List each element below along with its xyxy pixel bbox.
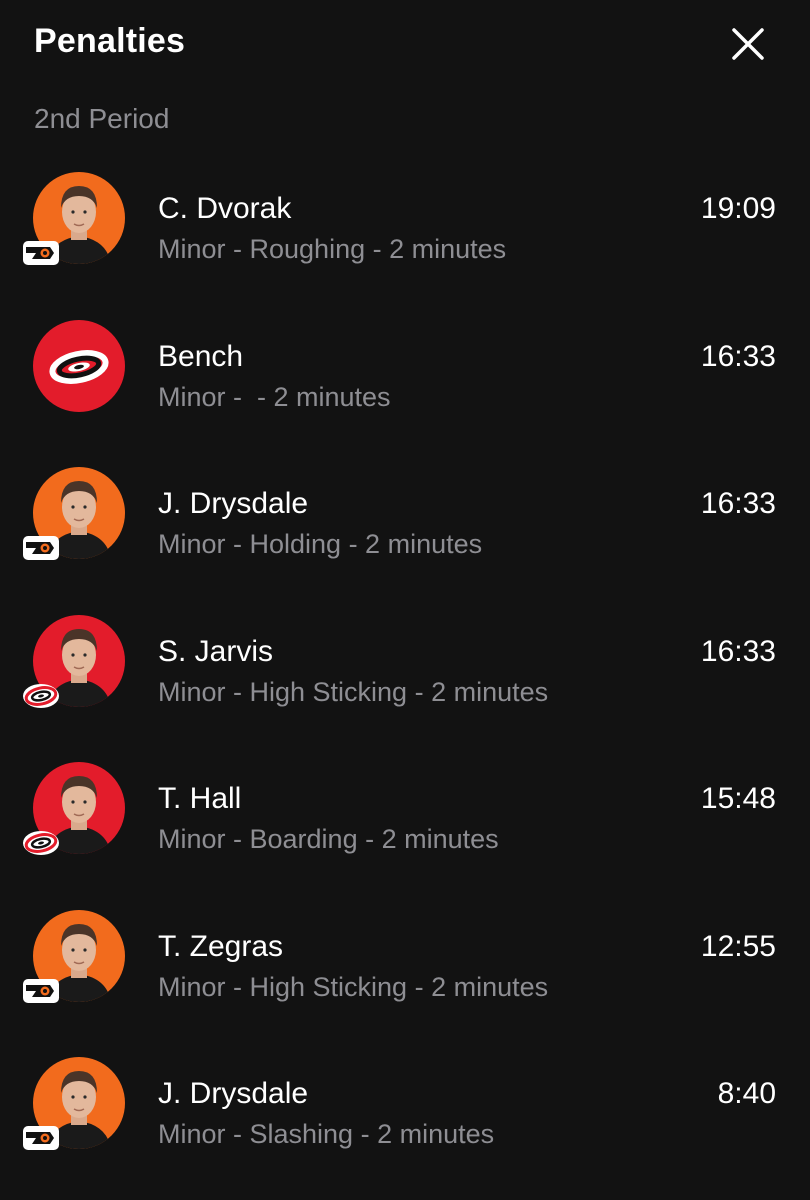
avatar-container	[24, 319, 126, 422]
penalty-row[interactable]: T. Zegras Minor - High Sticking - 2 minut…	[0, 898, 810, 1046]
avatar-container	[22, 172, 126, 274]
player-name: T. Zegras	[158, 929, 284, 963]
penalty-row[interactable]: Bench Minor - - 2 minutes 16:33	[0, 308, 810, 456]
penalty-row[interactable]: T. Hall Minor - Boarding - 2 minutes 15:48	[0, 750, 810, 898]
avatar-container	[22, 614, 126, 717]
avatar-container	[22, 1057, 126, 1159]
penalty-time: 8:40	[717, 1077, 776, 1110]
period-heading: 2nd Period	[34, 103, 170, 134]
penalty-time: 16:33	[700, 634, 776, 668]
penalty-row[interactable]: J. Drysdale Minor - Slashing - 2 minutes 8…	[0, 1045, 810, 1193]
penalty-detail: Minor - Slashing - 2 minutes	[158, 1119, 495, 1149]
penalty-time: 16:33	[700, 487, 776, 520]
flyers-logo-icon	[22, 1123, 60, 1153]
hurricanes-logo-icon	[22, 681, 60, 711]
penalty-time: 12:55	[700, 929, 776, 963]
player-name: T. Hall	[158, 782, 242, 815]
penalty-row[interactable]: J. Drysdale Minor - Holding - 2 minutes 16…	[0, 455, 810, 603]
penalty-row[interactable]: C. Dvorak Minor - Roughing - 2 minutes 19:…	[0, 160, 810, 308]
page-title: Penalties	[34, 22, 186, 60]
penalty-detail: Minor - Boarding - 2 minutes	[158, 824, 499, 854]
penalty-detail: Minor - Roughing - 2 minutes	[158, 234, 507, 264]
flyers-logo-icon	[22, 533, 60, 563]
hurricanes-logo-icon	[33, 319, 125, 412]
player-name: S. Jarvis	[158, 634, 274, 668]
avatar-container	[22, 909, 126, 1012]
player-name: J. Drysdale	[158, 1077, 309, 1110]
penalty-list: C. Dvorak Minor - Roughing - 2 minutes 19:…	[0, 160, 810, 1193]
penalty-row[interactable]: S. Jarvis Minor - High Sticking - 2 minut…	[0, 603, 810, 751]
avatar-container	[22, 467, 126, 569]
player-name: C. Dvorak	[158, 192, 292, 225]
penalty-detail: Minor - Holding - 2 minutes	[158, 529, 483, 559]
penalty-time: 15:48	[700, 782, 776, 815]
penalty-time: 16:33	[700, 339, 776, 373]
penalty-time: 19:09	[700, 192, 776, 225]
penalty-detail: Minor - High Sticking - 2 minutes	[158, 676, 549, 707]
flyers-logo-icon	[22, 238, 60, 268]
close-icon	[732, 28, 764, 60]
player-name: J. Drysdale	[158, 487, 309, 520]
close-button[interactable]	[722, 18, 774, 70]
header: Penalties	[0, 0, 810, 90]
flyers-logo-icon	[22, 976, 60, 1006]
penalty-detail: Minor - - 2 minutes	[158, 381, 391, 412]
avatar-container	[22, 762, 126, 864]
hurricanes-logo-icon	[22, 828, 60, 858]
player-name: Bench	[158, 339, 244, 373]
penalty-detail: Minor - High Sticking - 2 minutes	[158, 971, 549, 1002]
